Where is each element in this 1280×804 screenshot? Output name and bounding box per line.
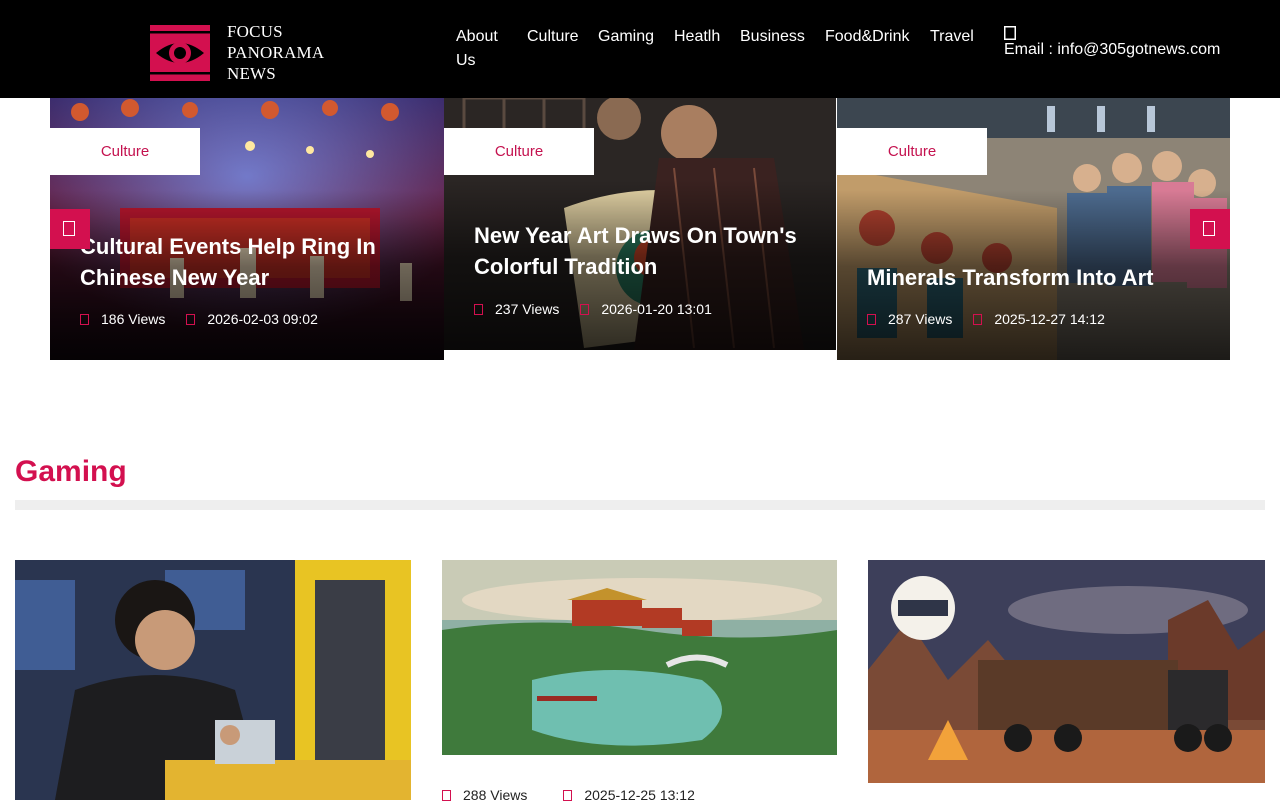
category-tag[interactable]: Culture [837,128,987,175]
featured-card[interactable]: Culture Minerals Transform Into Art 287 … [837,98,1230,360]
article-meta: 288 Views 2025-12-25 13:12 [442,786,695,804]
logo-line-2: PANORAMA [227,43,325,62]
logo-line-1: FOCUS [227,22,283,41]
publish-date: 2025-12-25 13:12 [584,787,695,803]
nav-gaming[interactable]: Gaming [598,25,654,49]
nav-culture[interactable]: Culture [527,25,579,49]
nav-about-us[interactable]: About Us [456,25,512,73]
article-card[interactable] [442,560,837,755]
section-divider [15,500,1265,510]
article-card[interactable] [15,560,411,800]
clock-icon [973,313,983,325]
clock-icon [580,303,590,315]
envelope-icon [1004,25,1016,40]
clock-icon [186,313,196,325]
view-count: 287 Views [888,311,953,327]
article-title[interactable]: Minerals Transform Into Art [867,262,1197,293]
section-heading: Gaming [15,455,127,488]
nav-business[interactable]: Business [740,25,805,49]
nav-travel[interactable]: Travel [930,25,974,49]
gamer-with-phone-image [15,560,411,800]
eye-logo-icon [150,24,210,81]
publish-date: 2026-02-03 09:02 [207,311,318,327]
article-meta: 237 Views 2026-01-20 13:01 [474,300,712,318]
dustland-delivery-truck-image [868,560,1265,783]
publish-date: 2025-12-27 14:12 [994,311,1105,327]
site-header: FOCUS PANORAMA NEWS About Us Culture Gam… [0,0,1280,98]
article-card[interactable] [868,560,1265,783]
site-logo[interactable]: FOCUS PANORAMA NEWS [150,21,324,84]
article-title[interactable]: New Year Art Draws On Town's Colorful Tr… [474,220,804,282]
view-count: 288 Views [463,787,528,803]
article-title[interactable]: Cultural Events Help Ring In Chinese New… [80,231,410,293]
chevron-left-icon [63,221,75,236]
nav-health[interactable]: Heatlh [674,25,720,49]
article-meta: 186 Views 2026-02-03 09:02 [80,310,318,328]
logo-line-3: NEWS [227,64,276,83]
category-tag[interactable]: Culture [50,128,200,175]
email-link[interactable]: Email : info@305gotnews.com [1004,41,1220,58]
view-count: 237 Views [495,301,560,317]
slider-prev-button[interactable] [50,209,90,249]
eye-icon [80,313,89,325]
featured-card[interactable]: Culture Cultural Events Help Ring In Chi… [50,98,444,360]
logo-text: FOCUS PANORAMA NEWS [227,21,324,84]
aerial-palace-garden-image [442,560,837,755]
eye-icon [442,789,451,801]
publish-date: 2026-01-20 13:01 [601,301,712,317]
category-tag[interactable]: Culture [444,128,594,175]
nav-food-drink[interactable]: Food&Drink [825,25,909,49]
eye-icon [867,313,876,325]
featured-card[interactable]: Culture New Year Art Draws On Town's Col… [444,98,836,350]
view-count: 186 Views [101,311,166,327]
clock-icon [563,789,573,801]
chevron-right-icon [1203,221,1215,236]
article-meta: 287 Views 2025-12-27 14:12 [867,310,1105,328]
slider-next-button[interactable] [1190,209,1230,249]
contact-info: Email : info@305gotnews.com [1004,25,1220,61]
eye-icon [474,303,483,315]
